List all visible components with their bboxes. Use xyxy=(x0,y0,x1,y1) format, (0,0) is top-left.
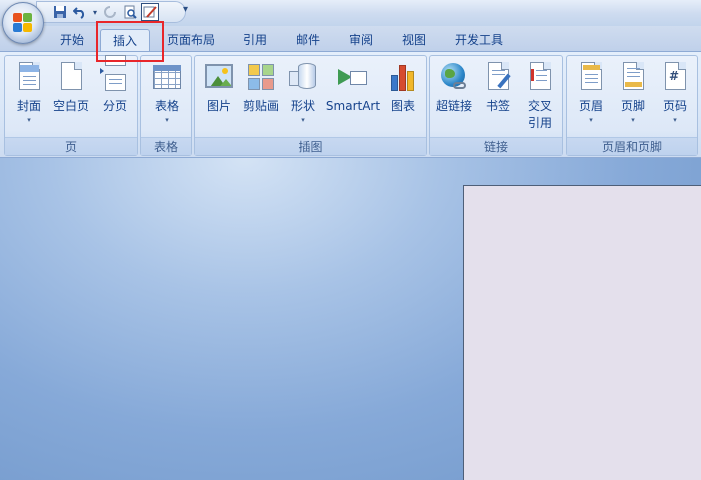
page-break-icon xyxy=(99,55,131,93)
tab-page-layout[interactable]: 页面布局 xyxy=(160,29,222,52)
chart-icon xyxy=(387,61,419,93)
cross-reference-icon xyxy=(524,61,556,93)
draw-table-icon[interactable] xyxy=(141,3,159,21)
save-icon[interactable] xyxy=(51,3,69,21)
clip-art-label: 剪贴画 xyxy=(242,99,279,113)
undo-dropdown-icon[interactable]: ▾ xyxy=(91,3,99,21)
cross-reference-button[interactable]: 交叉 引用 xyxy=(520,61,560,133)
blank-page-icon xyxy=(55,61,87,93)
tab-view[interactable]: 视图 xyxy=(391,29,437,52)
smartart-icon xyxy=(337,61,369,93)
group-links: 超链接 书签 交叉 引用 链接 xyxy=(429,55,563,156)
group-header-footer-label: 页眉和页脚 xyxy=(567,137,697,155)
picture-label: 图片 xyxy=(206,99,231,113)
cover-page-button[interactable]: 封面 ▾ xyxy=(9,61,49,133)
tab-mailings[interactable]: 邮件 xyxy=(285,29,331,52)
smartart-label: SmartArt xyxy=(325,99,381,113)
group-illustrations-label: 插图 xyxy=(195,137,426,155)
bookmark-icon xyxy=(482,61,514,93)
tab-references[interactable]: 引用 xyxy=(232,29,278,52)
shapes-label: 形状 xyxy=(290,99,315,113)
page-number-label: 页码 xyxy=(662,99,687,113)
cross-reference-label: 交叉 xyxy=(527,99,552,113)
ribbon-panel: 封面 ▾ 空白页 分页 页 表格 ▾ 表格 图片 剪贴画 形状 ▾ SmartA… xyxy=(0,51,701,158)
footer-icon xyxy=(617,61,649,93)
page-number-icon: # xyxy=(659,61,691,93)
chevron-down-icon: ▾ xyxy=(165,116,169,124)
chevron-down-icon: ▾ xyxy=(589,116,593,124)
group-links-label: 链接 xyxy=(430,137,562,155)
office-logo-icon xyxy=(12,12,34,34)
print-preview-icon[interactable] xyxy=(121,3,139,21)
group-pages-label: 页 xyxy=(5,137,137,155)
table-icon xyxy=(151,61,183,93)
footer-label: 页脚 xyxy=(620,99,645,113)
hyperlink-icon xyxy=(438,61,470,93)
blank-page-label: 空白页 xyxy=(52,99,89,113)
office-button[interactable] xyxy=(2,2,44,44)
smartart-button[interactable]: SmartArt xyxy=(325,61,381,133)
chevron-down-icon: ▾ xyxy=(301,116,305,124)
clip-art-button[interactable]: 剪贴画 xyxy=(239,61,283,133)
quick-access-toolbar: ▾ xyxy=(36,1,186,23)
bookmark-button[interactable]: 书签 xyxy=(478,61,518,133)
blank-page-button[interactable]: 空白页 xyxy=(51,61,91,133)
shapes-icon xyxy=(287,61,319,93)
header-button[interactable]: 页眉 ▾ xyxy=(571,61,611,133)
picture-button[interactable]: 图片 xyxy=(199,61,239,133)
page-number-button[interactable]: # 页码 ▾ xyxy=(655,61,695,133)
tab-home[interactable]: 开始 xyxy=(48,29,96,52)
group-header-footer: 页眉 ▾ 页脚 ▾ # 页码 ▾ 页眉和页脚 xyxy=(566,55,698,156)
table-label: 表格 xyxy=(154,99,179,113)
group-pages: 封面 ▾ 空白页 分页 页 xyxy=(4,55,138,156)
shapes-button[interactable]: 形状 ▾ xyxy=(283,61,323,133)
chevron-down-icon: ▾ xyxy=(27,116,31,124)
tab-developer[interactable]: 开发工具 xyxy=(446,29,512,52)
tab-review[interactable]: 审阅 xyxy=(338,29,384,52)
chart-button[interactable]: 图表 xyxy=(383,61,423,133)
customize-qat-icon[interactable]: ▾ xyxy=(183,4,188,15)
redo-icon[interactable] xyxy=(101,3,119,21)
page-break-label: 分页 xyxy=(102,99,127,113)
highlight-box xyxy=(96,21,164,62)
page-break-button[interactable]: 分页 xyxy=(95,55,135,133)
group-tables-label: 表格 xyxy=(141,137,191,155)
header-icon xyxy=(575,61,607,93)
cover-page-label: 封面 xyxy=(16,99,41,113)
undo-icon[interactable] xyxy=(71,3,89,21)
cover-page-icon xyxy=(13,61,45,93)
table-button[interactable]: 表格 ▾ xyxy=(147,61,187,133)
group-illustrations: 图片 剪贴画 形状 ▾ SmartArt 图表 插图 xyxy=(194,55,427,156)
picture-icon xyxy=(203,61,235,93)
cross-reference-label-line2: 引用 xyxy=(527,116,552,130)
hyperlink-button[interactable]: 超链接 xyxy=(432,61,476,133)
group-tables: 表格 ▾ 表格 xyxy=(140,55,192,156)
clip-art-icon xyxy=(245,61,277,93)
hyperlink-label: 超链接 xyxy=(435,99,472,113)
header-label: 页眉 xyxy=(578,99,603,113)
chart-label: 图表 xyxy=(390,99,415,113)
chevron-down-icon: ▾ xyxy=(631,116,635,124)
chevron-down-icon: ▾ xyxy=(673,116,677,124)
footer-button[interactable]: 页脚 ▾ xyxy=(613,61,653,133)
bookmark-label: 书签 xyxy=(485,99,510,113)
document-page[interactable] xyxy=(463,185,701,480)
